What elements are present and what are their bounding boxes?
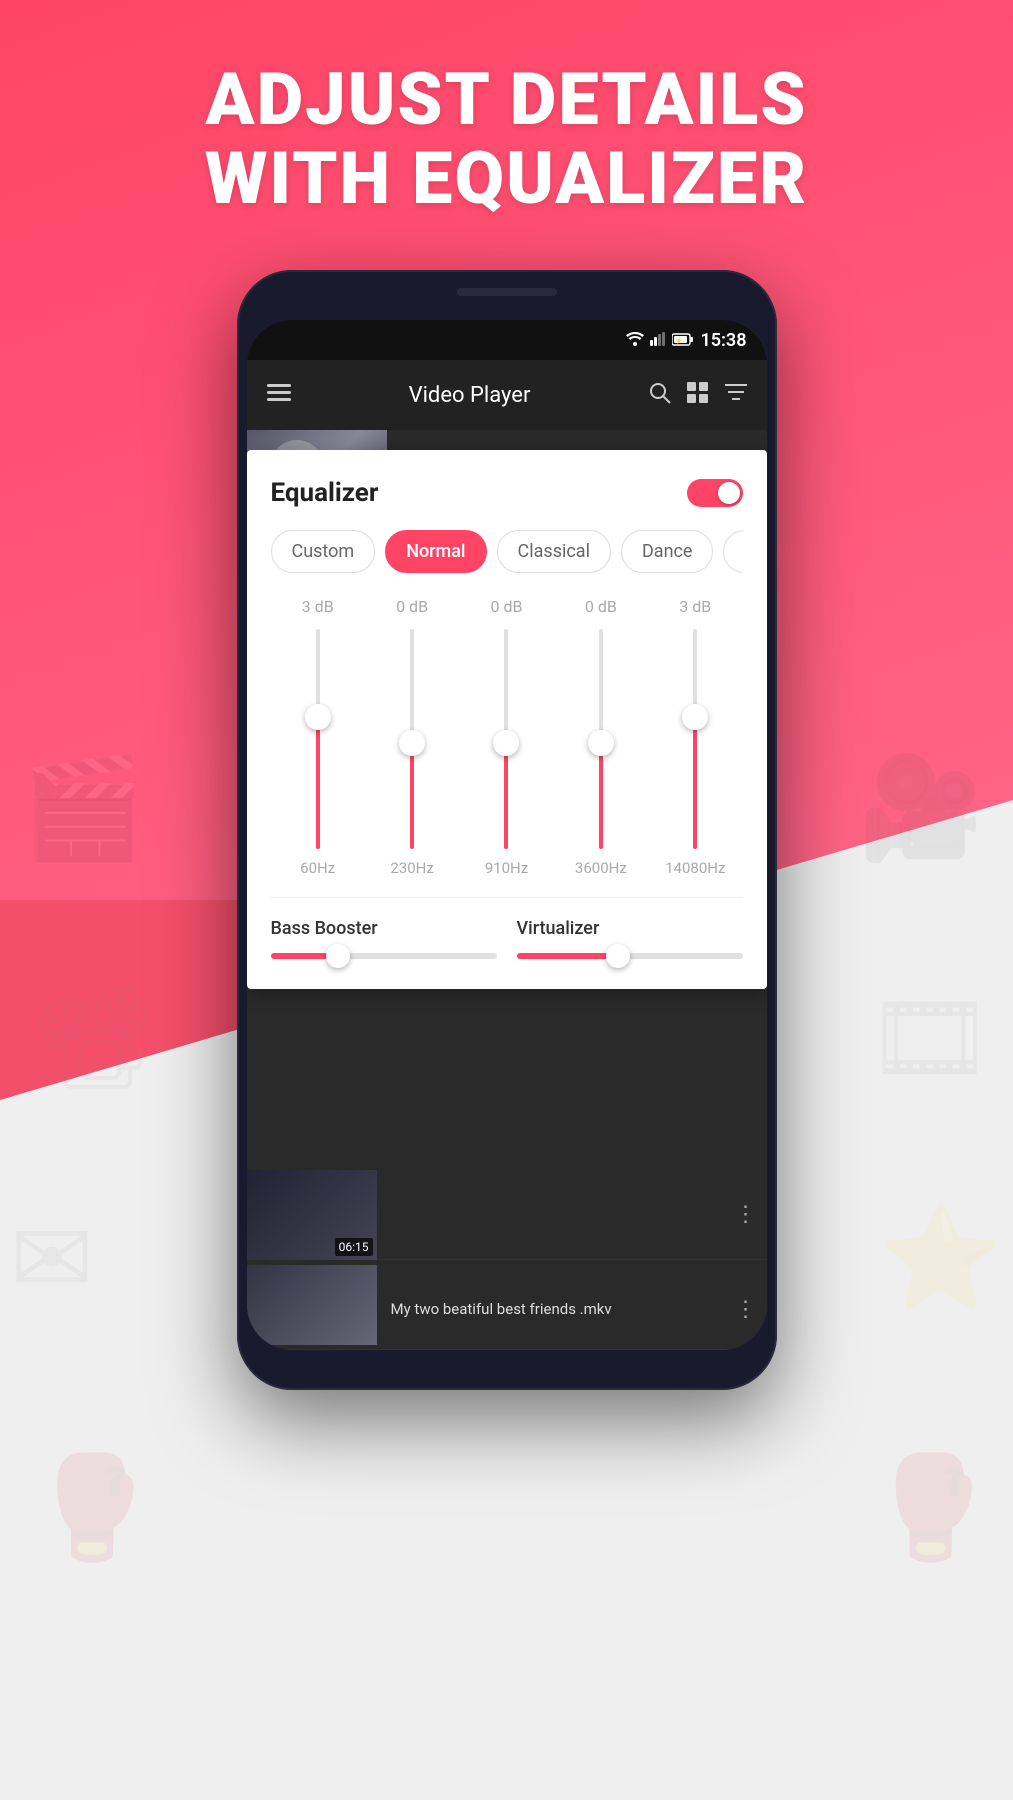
virtualizer-label: Virtualizer (517, 918, 743, 939)
slider-container-2[interactable] (409, 629, 415, 849)
video-info-small-1 (377, 1205, 725, 1225)
headline-line1: ADJUST DETAILS (206, 57, 808, 142)
watermark-icon-3: ✉ (10, 1200, 94, 1318)
eq-band-3600hz: 0 dB 3600Hz (561, 597, 641, 877)
virtualizer-slider[interactable] (517, 953, 743, 959)
video-info-small-2: My two beatiful best friends .mkv (377, 1290, 725, 1330)
slider-track-2 (410, 629, 414, 849)
preset-custom[interactable]: Custom (271, 530, 376, 573)
filter-icon[interactable] (725, 382, 747, 409)
slider-fill-2 (410, 743, 414, 849)
video-name-small-2: My two beatiful best friends .mkv (391, 1300, 711, 1320)
status-icons: ⚡ 15:38 (626, 330, 746, 351)
more-options-icon-small-2[interactable]: ⋮ (725, 1287, 767, 1332)
watermark-icon-6: 🎞 (866, 980, 993, 1097)
eq-header: Equalizer (271, 478, 743, 508)
slider-fill-5 (693, 717, 697, 849)
slider-container-4[interactable] (598, 629, 604, 849)
watermark-icon-8: 🥊 (868, 1450, 993, 1567)
band-hz-4: 3600Hz (575, 859, 627, 877)
slider-track-4 (599, 629, 603, 849)
video-list-bottom: 06:15 ⋮ My two beatiful best friends .mk… (247, 1170, 767, 1350)
slider-thumb-1[interactable] (305, 704, 331, 730)
slider-fill-4 (599, 743, 603, 849)
phone-frame: ⚡ 15:38 Video Player (237, 270, 777, 1390)
video-item-small-1: 06:15 ⋮ (247, 1170, 767, 1260)
equalizer-dialog: Equalizer Custom Normal Classical Dance (247, 450, 767, 989)
eq-band-910hz: 0 dB 910Hz (466, 597, 546, 877)
eq-band-14080hz: 3 dB 14080Hz (655, 597, 735, 877)
effects-row: Bass Booster Virtualizer (271, 918, 743, 959)
band-hz-3: 910Hz (485, 859, 528, 877)
thumb-duration: 06:15 (335, 1238, 373, 1256)
headline-line2: WITH EQUALIZER (205, 136, 808, 221)
watermark-icon-2: 📽 (30, 980, 157, 1097)
eq-title: Equalizer (271, 478, 379, 508)
eq-band-230hz: 0 dB 230Hz (372, 597, 452, 877)
more-options-icon-small-1[interactable]: ⋮ (725, 1192, 767, 1237)
preset-classical[interactable]: Classical (497, 530, 611, 573)
thumb-small-2 (247, 1265, 377, 1351)
band-hz-2: 230Hz (390, 859, 433, 877)
grid-icon[interactable] (687, 382, 709, 409)
slider-fill-1 (316, 717, 320, 849)
preset-row: Custom Normal Classical Dance Fla... (271, 530, 743, 573)
watermark-icon-1: 🎬 (20, 750, 145, 867)
band-db-2: 0 dB (396, 597, 428, 619)
preset-normal[interactable]: Normal (385, 530, 486, 573)
bass-booster-slider[interactable] (271, 953, 497, 959)
watermark-icon-7: ⭐ (878, 1200, 1003, 1317)
bass-booster-thumb[interactable] (326, 944, 350, 968)
band-hz-1: 60Hz (300, 859, 335, 877)
app-actions (649, 382, 747, 409)
band-hz-5: 14080Hz (665, 859, 725, 877)
eq-toggle[interactable] (687, 479, 743, 507)
slider-thumb-2[interactable] (399, 730, 425, 756)
slider-container-1[interactable] (315, 629, 321, 849)
thumb-small-1: 06:15 (247, 1170, 377, 1260)
eq-band-60hz: 3 dB 60Hz (278, 597, 358, 877)
virtualizer-thumb[interactable] (606, 944, 630, 968)
band-db-3: 0 dB (490, 597, 522, 619)
slider-thumb-3[interactable] (493, 730, 519, 756)
video-item-small-2: My two beatiful best friends .mkv ⋮ (247, 1260, 767, 1350)
app-bar: Video Player (247, 360, 767, 430)
thumb-image-small-2 (247, 1265, 377, 1345)
slider-track-1 (316, 629, 320, 849)
band-db-1: 3 dB (302, 597, 334, 619)
app-title: Video Player (307, 383, 633, 408)
slider-thumb-4[interactable] (588, 730, 614, 756)
slider-fill-3 (504, 743, 508, 849)
preset-dance[interactable]: Dance (621, 530, 714, 573)
virtualizer: Virtualizer (517, 918, 743, 959)
watermark-icon-5: 🎥 (858, 750, 983, 867)
slider-container-5[interactable] (692, 629, 698, 849)
slider-track-3 (504, 629, 508, 849)
wifi-icon (626, 331, 644, 350)
phone-notch (457, 288, 557, 296)
status-time: 15:38 (700, 330, 746, 351)
eq-sliders: 3 dB 60Hz 0 dB (271, 597, 743, 877)
phone-screen: ⚡ 15:38 Video Player (247, 320, 767, 1350)
band-db-4: 0 dB (585, 597, 617, 619)
search-icon[interactable] (649, 382, 671, 409)
slider-thumb-5[interactable] (682, 704, 708, 730)
signal-icon (650, 331, 666, 350)
svg-text:⚡: ⚡ (675, 337, 682, 345)
divider (271, 897, 743, 898)
battery-icon: ⚡ (672, 331, 694, 350)
preset-fla[interactable]: Fla... (723, 530, 742, 573)
hamburger-icon[interactable] (267, 383, 291, 408)
watermark-icon-4: 🥊 (30, 1450, 155, 1567)
band-db-5: 3 dB (679, 597, 711, 619)
status-bar: ⚡ 15:38 (247, 320, 767, 360)
headline: ADJUST DETAILS WITH EQUALIZER (0, 60, 1013, 218)
bass-booster: Bass Booster (271, 918, 497, 959)
bass-booster-label: Bass Booster (271, 918, 497, 939)
virtualizer-fill (517, 953, 619, 959)
slider-track-5 (693, 629, 697, 849)
slider-container-3[interactable] (503, 629, 509, 849)
